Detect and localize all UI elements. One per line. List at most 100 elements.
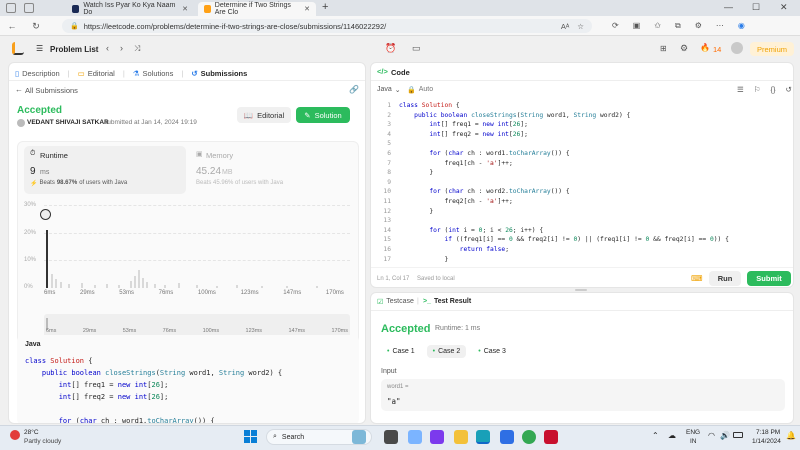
problem-list-link[interactable]: Problem List <box>50 45 98 54</box>
code-tab-icon: </> <box>377 67 388 76</box>
start-icon[interactable] <box>244 430 257 443</box>
submission-panel: ▯ Description | ▭ Editorial | ⚗ Solutions |… <box>8 62 366 424</box>
refresh-icon[interactable]: ↻ <box>30 20 42 32</box>
widgets-icon[interactable] <box>352 430 366 444</box>
editorial-icon: ▭ <box>77 68 85 78</box>
avatar[interactable] <box>731 42 743 54</box>
console-icon[interactable]: ⌨ <box>691 274 703 283</box>
run-button[interactable]: Run <box>709 271 741 286</box>
code-tab-title[interactable]: Code <box>391 68 410 77</box>
case-tab-3[interactable]: • Case 3 <box>472 345 512 358</box>
share-link-icon[interactable]: 🔗 <box>349 85 359 94</box>
resize-handle[interactable] <box>575 289 587 291</box>
all-submissions-link[interactable]: All Submissions <box>25 86 78 95</box>
result-status: Accepted <box>381 323 431 335</box>
tray-chevron-icon[interactable]: ⌃ <box>652 431 659 440</box>
solution-button[interactable]: ✎ Solution <box>296 107 350 123</box>
close-icon[interactable]: ✕ <box>304 5 310 13</box>
submit-button[interactable]: Submit <box>747 271 791 286</box>
minimize-icon[interactable]: — <box>724 2 733 12</box>
tab-actions-icon[interactable] <box>24 3 34 13</box>
notes-icon[interactable]: ▭ <box>412 43 421 54</box>
taskview-icon[interactable] <box>384 430 398 444</box>
favorites-icon[interactable]: ✩ <box>654 21 661 31</box>
url-field[interactable]: 🔒 https://leetcode.com/problems/determin… <box>62 19 592 33</box>
auto-mode[interactable]: 🔒 Auto <box>407 86 433 94</box>
tab-description[interactable]: ▯ Description <box>15 69 60 78</box>
history-icon: ↺ <box>191 68 198 78</box>
input-box[interactable]: word1 = "a" <box>381 379 785 411</box>
window-close-icon[interactable]: ✕ <box>780 2 788 13</box>
case-tab-1[interactable]: • Case 1 <box>381 345 421 358</box>
input-var-name: word1 = <box>387 384 409 390</box>
leetcode-favicon-icon <box>204 5 211 13</box>
runtime-histogram[interactable]: 30% 20% 10% 0% 6ms 29ms 53ms 76ms 100ms … <box>24 202 354 312</box>
submitted-code: class Solution { public boolean closeStr… <box>25 357 283 424</box>
reset-icon[interactable]: ↺ <box>785 85 791 94</box>
streak-fire-icon[interactable]: 🔥 <box>700 43 710 52</box>
reader-icon[interactable]: Aᴬ <box>561 22 569 31</box>
premium-button[interactable]: Premium <box>750 42 794 56</box>
favorite-star-icon[interactable]: ☆ <box>577 22 584 31</box>
editor-toolbar-divider <box>371 80 793 81</box>
layout-icon[interactable]: ⊞ <box>660 44 667 53</box>
tab-solutions[interactable]: ⚗ Solutions <box>133 69 174 78</box>
wifi-icon[interactable]: ◠ <box>708 431 715 440</box>
next-problem-icon[interactable]: › <box>120 43 123 53</box>
browser-tab-video[interactable]: Watch Iss Pyar Ko Kya Naam Do ✕ <box>66 2 194 16</box>
collections-icon[interactable]: ⧉ <box>675 21 681 31</box>
y-tick: 10% <box>24 257 37 263</box>
test-result-panel: ☑ Testcase | >_ Test Result Accepted Runti… <box>370 292 794 424</box>
memory-label[interactable]: Memory <box>206 151 233 160</box>
cloud-icon[interactable]: ☁ <box>668 431 676 440</box>
tab-editorial[interactable]: ▭ Editorial <box>78 69 115 78</box>
tab-submissions[interactable]: ↺ Submissions <box>191 69 247 78</box>
code-editor[interactable]: 1 class Solution { 2 public boolean close… <box>377 101 729 264</box>
leetcode-logo-icon[interactable] <box>12 42 24 55</box>
copilot-taskbar-icon[interactable] <box>408 430 422 444</box>
editorial-button[interactable]: 📖 Editorial <box>237 107 291 123</box>
mcafee-icon[interactable] <box>544 430 558 444</box>
browser-tab-bar: Watch Iss Pyar Ko Kya Naam Do ✕ Determin… <box>0 0 800 16</box>
split-screen-icon[interactable]: ▣ <box>633 21 641 31</box>
close-icon[interactable]: ✕ <box>182 5 188 13</box>
refresh-page-icon[interactable]: ⟳ <box>612 21 619 31</box>
zoom-app-icon[interactable] <box>430 430 444 444</box>
debug-icon[interactable]: ⏰ <box>385 43 396 54</box>
clock-time[interactable]: 7:18 PM <box>756 429 780 436</box>
extensions-icon[interactable]: ⚙ <box>695 21 702 31</box>
url-text: https://leetcode.com/problems/determine-… <box>83 21 387 31</box>
back-icon[interactable]: ← <box>6 20 18 32</box>
current-marker[interactable] <box>40 209 51 220</box>
bookmark-icon[interactable]: ⚐ <box>754 85 761 94</box>
store-icon[interactable] <box>500 430 514 444</box>
lang-top[interactable]: ENG <box>686 429 700 436</box>
more-icon[interactable]: ⋯ <box>716 21 724 31</box>
case-tab-2[interactable]: • Case 2 <box>426 345 467 358</box>
maximize-icon[interactable]: ☐ <box>752 2 760 13</box>
shuffle-icon[interactable]: ⤨ <box>134 44 140 54</box>
new-tab-button[interactable]: + <box>322 1 328 13</box>
video-site-icon <box>72 5 80 13</box>
settings-icon[interactable]: ⚙ <box>680 43 688 54</box>
weather-desc: Partly cloudy <box>24 438 62 445</box>
notification-icon[interactable]: 🔔 <box>786 431 796 440</box>
edge-icon[interactable] <box>476 430 490 444</box>
browser-tab-leetcode[interactable]: Determine if Two Strings Are Clo ✕ <box>198 2 316 16</box>
chrome-icon[interactable] <box>522 430 536 444</box>
test-result-tab[interactable]: >_ Test Result <box>423 298 471 305</box>
weather-icon[interactable] <box>10 430 20 440</box>
window-icon[interactable] <box>6 3 16 13</box>
testcase-tab[interactable]: ☑ Testcase <box>377 298 414 306</box>
copilot-icon[interactable]: ◉ <box>738 21 745 31</box>
volume-icon[interactable]: 🔊 <box>720 431 730 440</box>
braces-icon[interactable]: {} <box>770 85 775 94</box>
language-select[interactable]: Java ⌄ <box>377 86 401 94</box>
back-arrow-icon[interactable]: ← <box>15 85 23 94</box>
format-icon[interactable]: ☰ <box>737 85 744 94</box>
file-explorer-icon[interactable] <box>454 430 468 444</box>
battery-icon[interactable] <box>733 432 743 438</box>
prev-problem-icon[interactable]: ‹ <box>106 43 109 53</box>
weather-temp: 28°C <box>24 429 39 436</box>
user-name[interactable]: VEDANT SHIVAJI SATKAR <box>27 119 109 126</box>
